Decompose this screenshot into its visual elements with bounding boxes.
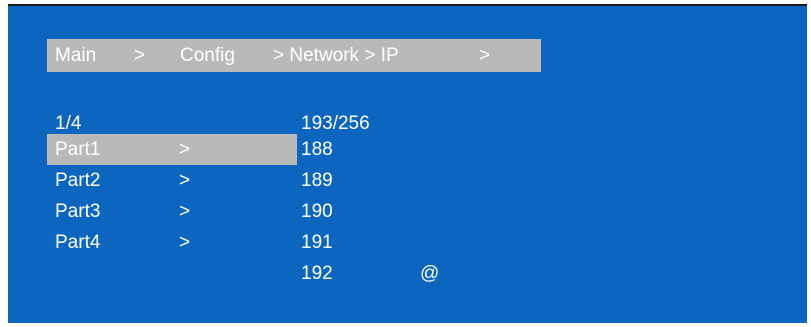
menu-item-part2-label[interactable]: Part2 [55, 168, 100, 194]
menu-item-part3-arrow[interactable]: > [179, 199, 190, 225]
menu-item-part3-label[interactable]: Part3 [55, 199, 100, 225]
breadcrumb-trailing-arrow: > [479, 45, 491, 66]
breadcrumb-config[interactable]: Config [180, 39, 235, 72]
cursor-marker: @ [420, 263, 440, 284]
menu-item-part2-arrow[interactable]: > [179, 168, 190, 194]
breadcrumb-main[interactable]: Main [55, 39, 96, 72]
value-item: 191 [301, 232, 333, 253]
menu-item-part1-arrow[interactable]: > [179, 137, 190, 163]
breadcrumb: Main > Config > Network > IP > [47, 39, 541, 72]
osd-menu-screen: Main > Config > Network > IP > 1/4 193/2… [8, 4, 807, 323]
value-indicator: 193/256 [301, 113, 370, 134]
value-item: 189 [301, 170, 333, 191]
value-item: 192 [301, 263, 333, 284]
breadcrumb-separator: > [134, 45, 146, 66]
value-item: 188 [301, 139, 333, 160]
breadcrumb-network-ip[interactable]: > Network > IP [273, 39, 399, 72]
value-item: 190 [301, 201, 333, 222]
menu-item-part4-arrow[interactable]: > [179, 230, 190, 256]
menu-item-part1-label[interactable]: Part1 [55, 137, 100, 163]
menu-item-part4-label[interactable]: Part4 [55, 230, 100, 256]
